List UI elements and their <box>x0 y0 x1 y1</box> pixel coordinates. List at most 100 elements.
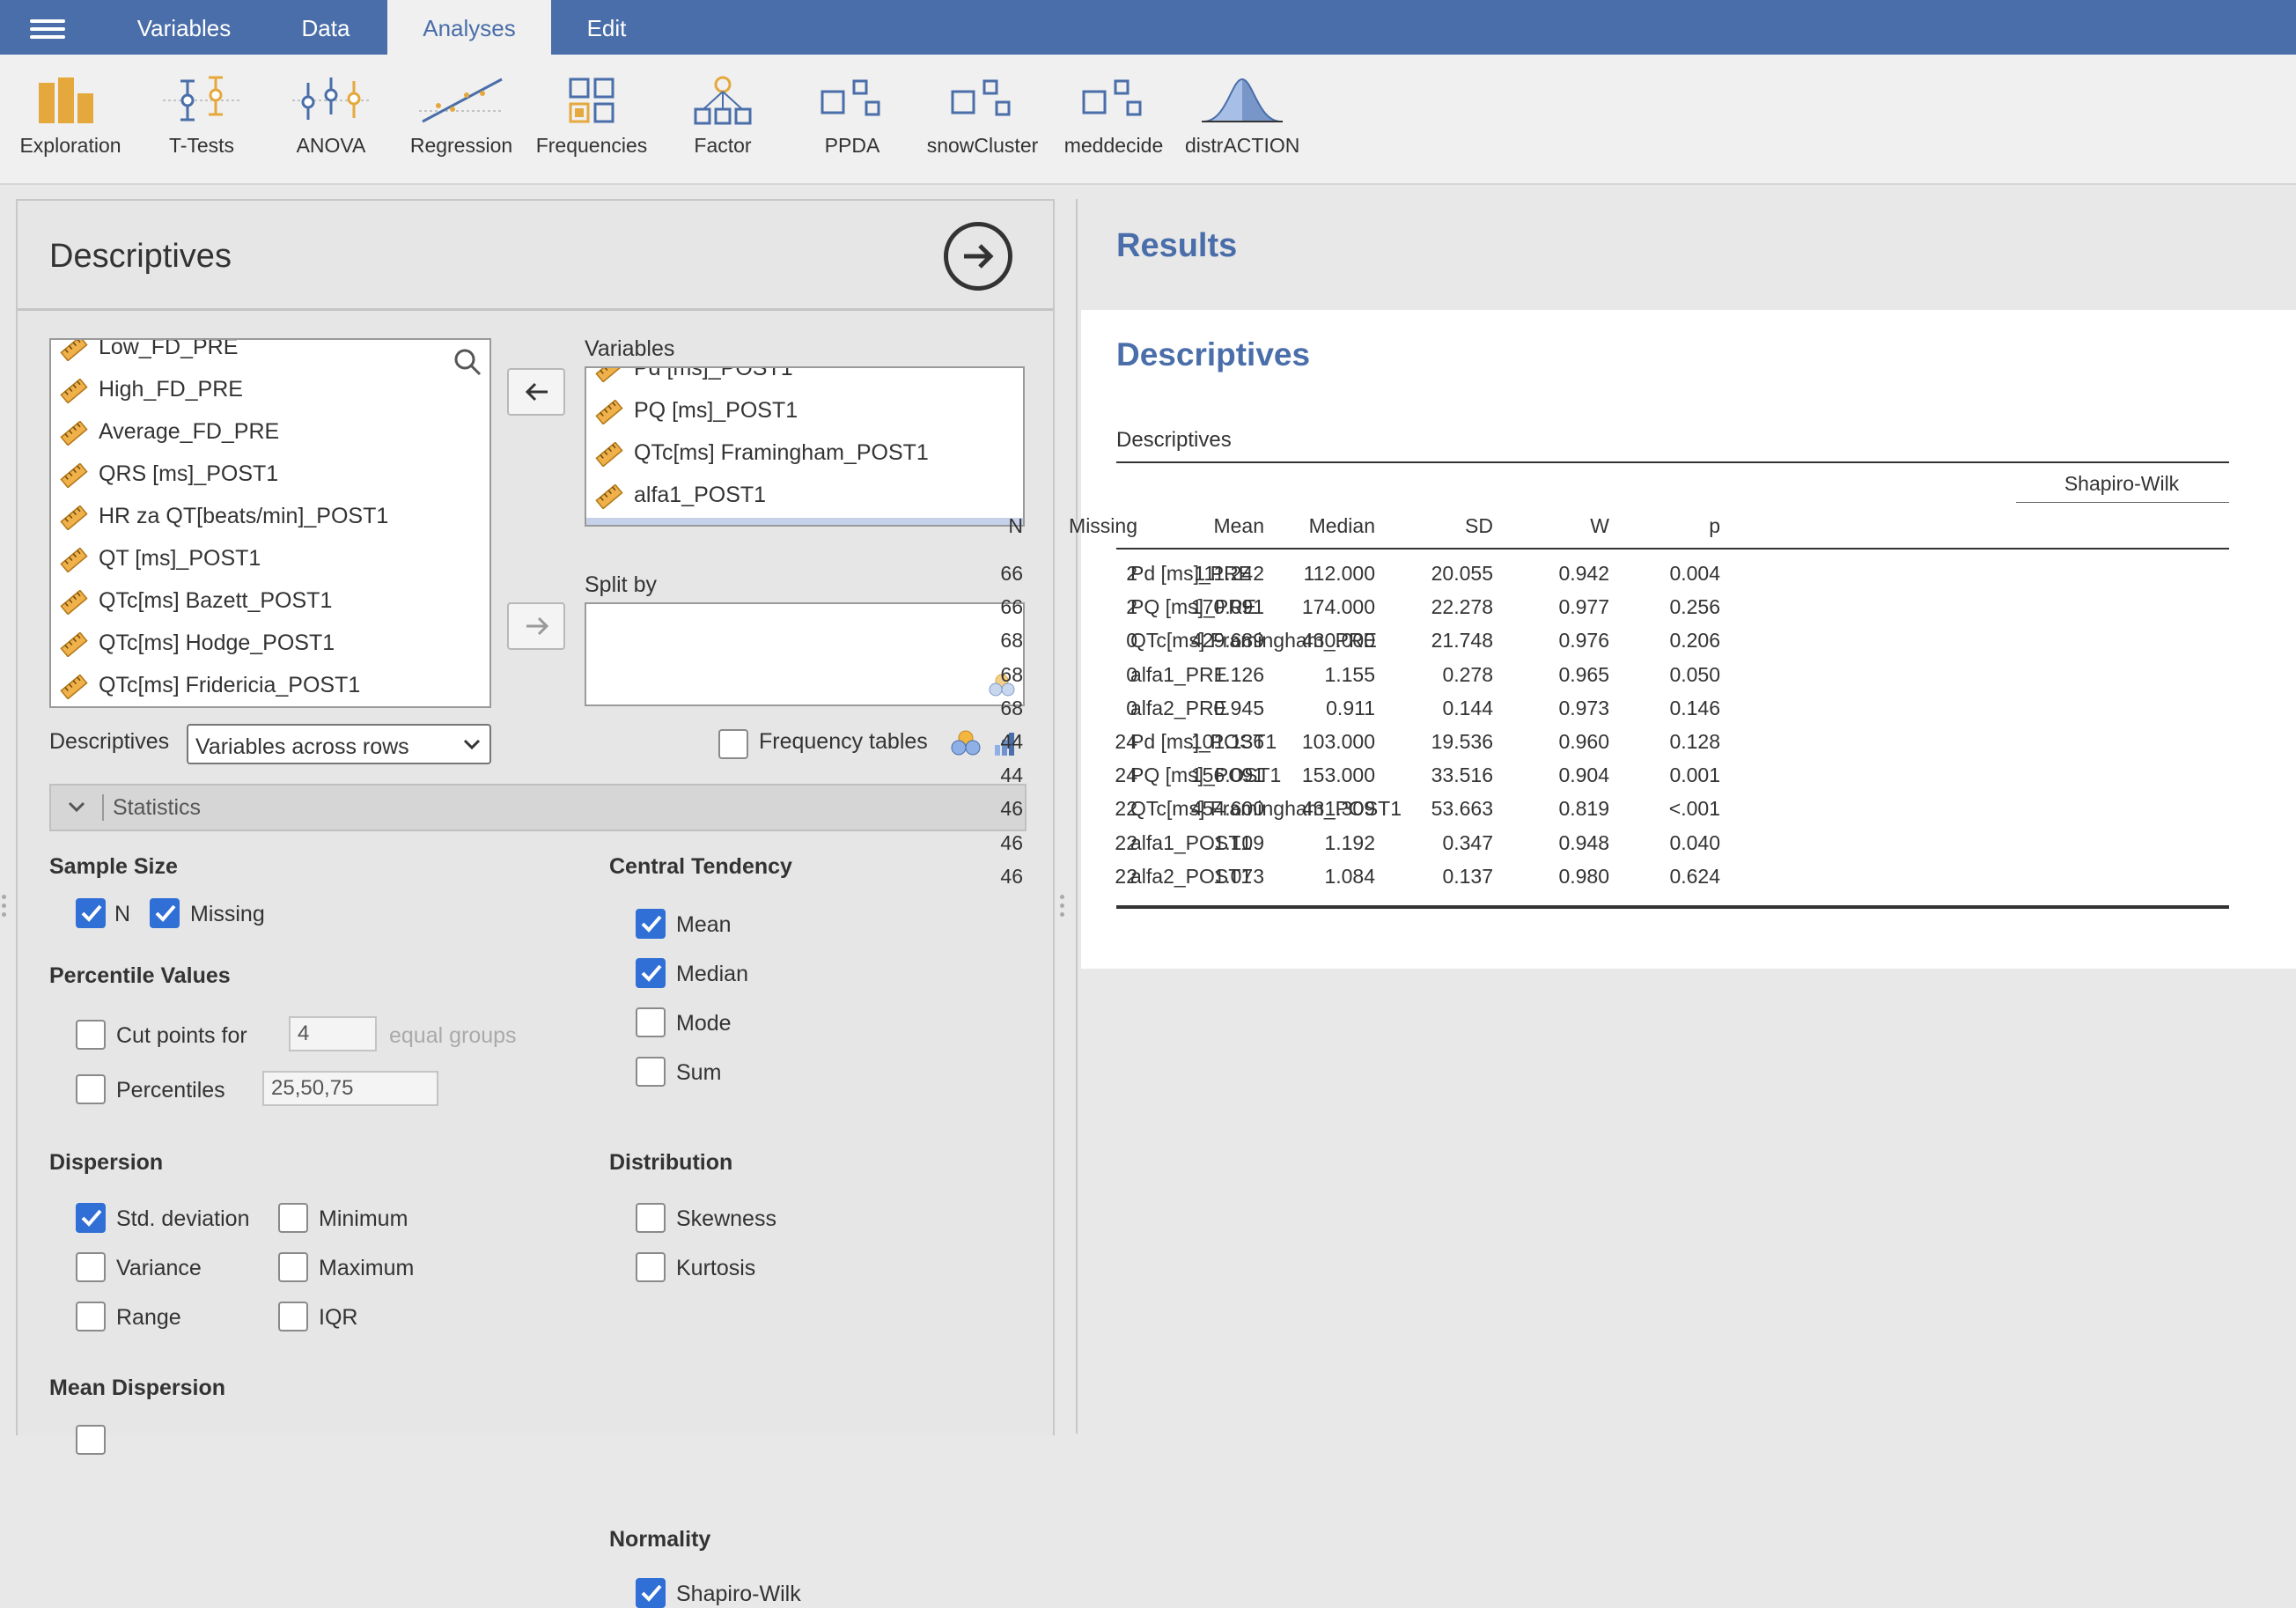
table-cell: 0.980 <box>1558 864 1609 888</box>
variable-list-item[interactable]: Pd [ms]_POST1 <box>586 368 1023 387</box>
mean-dispersion-heading: Mean Dispersion <box>49 1376 226 1400</box>
kurtosis-checkbox[interactable] <box>636 1252 666 1282</box>
range-label: Range <box>116 1305 181 1330</box>
percentiles-checkbox[interactable] <box>76 1074 106 1104</box>
arrow-right-icon <box>526 616 549 636</box>
continuous-variable-icon <box>60 547 88 573</box>
iqr-checkbox[interactable] <box>278 1302 308 1331</box>
search-icon[interactable] <box>453 347 482 377</box>
top-menu-bar: Variables Data Analyses Edit <box>0 0 2296 55</box>
table-cell: 111.242 <box>1194 562 1264 585</box>
variable-name: High_FD_PRE <box>99 377 243 402</box>
variable-list-item[interactable]: QT [ms]_POST1 <box>51 539 489 578</box>
table-cell: 2 <box>1126 595 1137 619</box>
source-variable-list[interactable]: Low_FD_PRE High_FD_PRE Average_FD_PRE QRS [… <box>49 338 491 708</box>
variable-list-item[interactable]: QTc[ms] Framingham_POST1 <box>586 433 1023 472</box>
table-cell: 170.091 <box>1190 595 1264 619</box>
percentiles-input[interactable]: 25,50,75 <box>262 1071 438 1106</box>
continuous-variable-icon <box>60 673 88 706</box>
left-splitter-handle[interactable] <box>2 895 7 921</box>
arrow-right-circle-icon <box>964 244 994 269</box>
column-header: SD <box>1465 514 1493 537</box>
missing-checkbox[interactable] <box>150 898 180 928</box>
distraction-button[interactable]: distrACTION <box>1185 76 1299 173</box>
anova-button[interactable]: ANOVA <box>280 76 382 173</box>
table-cell: 0 <box>1126 662 1137 686</box>
table-cell: 53.663 <box>1431 797 1493 821</box>
equal-groups-label: equal groups <box>389 1023 517 1048</box>
tab-data[interactable]: Data <box>276 0 375 55</box>
table-title: Descriptives <box>1116 428 1232 452</box>
continuous-variable-icon <box>60 505 88 531</box>
factor-button[interactable]: Factor <box>674 76 771 173</box>
variance-label: Variance <box>116 1256 202 1280</box>
minimum-checkbox[interactable] <box>278 1203 308 1233</box>
range-checkbox[interactable] <box>76 1302 106 1331</box>
table-cell: 174.000 <box>1301 595 1375 619</box>
frequencies-icon <box>569 77 614 123</box>
variable-list-item[interactable]: HR za QT[beats/min]_POST1 <box>51 497 489 535</box>
shapiro-wilk-checkbox[interactable] <box>636 1578 666 1608</box>
maximum-label: Maximum <box>319 1256 415 1280</box>
mean-dispersion-checkbox[interactable] <box>76 1425 106 1455</box>
variables-target-list[interactable]: Pd [ms]_POST1 PQ [ms]_POST1 QTc[ms] Framin… <box>585 366 1025 527</box>
variance-checkbox[interactable] <box>76 1252 106 1282</box>
continuous-variable-icon <box>595 440 623 479</box>
variables-label: Variables <box>585 336 675 361</box>
close-options-button[interactable] <box>944 222 1012 291</box>
meddecide-button[interactable]: meddecide <box>1056 76 1171 173</box>
t-tests-button[interactable]: T-Tests <box>150 76 254 173</box>
variable-list-item[interactable]: Low_FD_PRE <box>51 340 489 366</box>
mode-label: Mode <box>676 1011 732 1036</box>
sum-label: Sum <box>676 1060 722 1085</box>
variable-list-item[interactable]: QTc[ms] Fridericia_POST1 <box>51 666 489 704</box>
header-bottom-rule <box>1116 548 2229 550</box>
descriptives-layout-select[interactable]: Variables across rows <box>187 724 491 764</box>
median-checkbox[interactable] <box>636 958 666 988</box>
split-by-label: Split by <box>585 572 657 597</box>
sum-checkbox[interactable] <box>636 1057 666 1087</box>
continuous-variable-icon <box>60 546 88 585</box>
table-cell: 0.206 <box>1669 629 1720 653</box>
check-icon <box>641 1584 662 1602</box>
table-top-rule <box>1116 461 2229 463</box>
kurtosis-label: Kurtosis <box>676 1256 756 1280</box>
table-cell: 0.911 <box>1326 696 1375 719</box>
exploration-bar-icon <box>39 77 93 123</box>
move-left-button[interactable] <box>507 368 565 416</box>
variable-list-item[interactable]: alfa1_POST1 <box>586 476 1023 514</box>
n-checkbox[interactable] <box>76 898 106 928</box>
variable-list-item[interactable]: QRS [ms]_POST1 <box>51 454 489 493</box>
ppda-button[interactable]: PPDA <box>808 76 896 173</box>
mean-checkbox[interactable] <box>636 909 666 939</box>
table-cell: 22.278 <box>1431 595 1493 619</box>
mode-checkbox[interactable] <box>636 1007 666 1037</box>
variable-list-item[interactable]: QTc[ms] Bazett_POST1 <box>51 581 489 620</box>
tab-analyses[interactable]: Analyses <box>387 0 551 55</box>
table-cell: 68 <box>1000 696 1023 719</box>
variable-list-item[interactable]: High_FD_PRE <box>51 370 489 409</box>
exploration-button[interactable]: Exploration <box>11 76 130 173</box>
hamburger-menu-icon[interactable] <box>30 19 65 39</box>
maximum-checkbox[interactable] <box>278 1252 308 1282</box>
continuous-variable-icon <box>595 399 623 425</box>
frequency-tables-checkbox[interactable] <box>718 729 748 759</box>
skewness-checkbox[interactable] <box>636 1203 666 1233</box>
cut-points-input[interactable]: 4 <box>289 1016 377 1051</box>
snowcluster-button[interactable]: snowCluster <box>921 76 1044 173</box>
cut-points-checkbox[interactable] <box>76 1020 106 1050</box>
move-right-button[interactable] <box>507 602 565 650</box>
statistics-section-header[interactable]: Statistics <box>49 784 1027 831</box>
regression-button[interactable]: Regression <box>401 76 521 173</box>
frequencies-button[interactable]: Frequencies <box>532 76 651 173</box>
variable-list-item[interactable]: PQ [ms]_POST1 <box>586 391 1023 430</box>
variable-list-item[interactable]: QTc[ms] Hodge_POST1 <box>51 623 489 662</box>
continuous-variable-icon <box>60 631 88 658</box>
module-icon <box>1082 79 1142 116</box>
panel-splitter-handle[interactable] <box>1060 895 1065 921</box>
check-icon <box>81 1209 102 1227</box>
tab-variables[interactable]: Variables <box>114 0 254 55</box>
std-deviation-checkbox[interactable] <box>76 1203 106 1233</box>
tab-edit[interactable]: Edit <box>565 0 648 55</box>
variable-list-item[interactable]: Average_FD_PRE <box>51 412 489 451</box>
